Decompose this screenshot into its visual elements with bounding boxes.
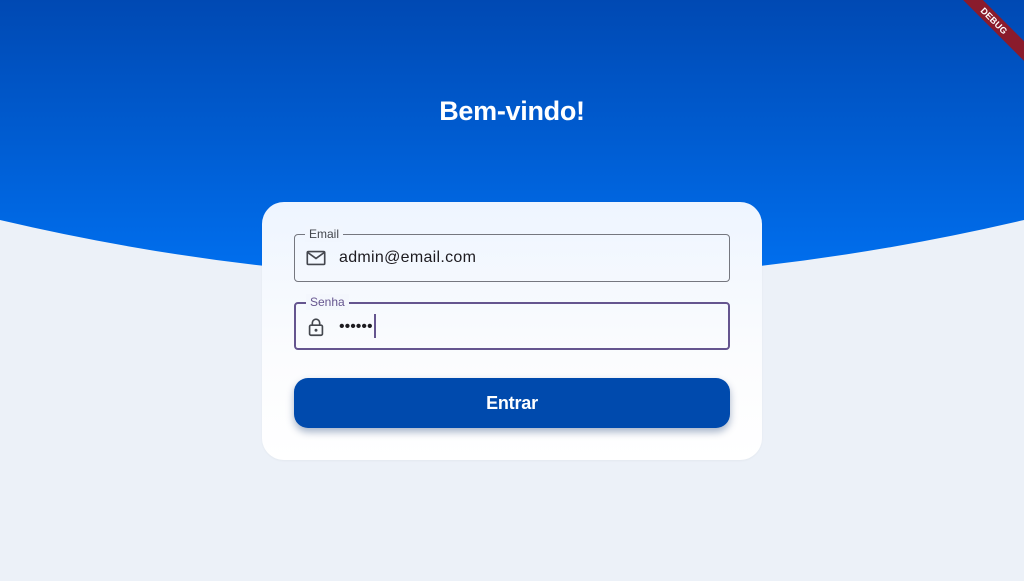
login-screen: Bem-vindo! DEBUG Email admin@email.com S… (0, 0, 1024, 581)
password-field-label: Senha (306, 294, 349, 310)
login-card: Email admin@email.com Senha •••••• Entra… (262, 202, 762, 460)
email-field-label: Email (305, 226, 344, 242)
text-caret (373, 314, 376, 338)
password-input[interactable]: •••••• (339, 314, 376, 339)
login-button[interactable]: Entrar (294, 378, 730, 428)
page-title: Bem-vindo! (439, 96, 585, 126)
email-field[interactable]: Email admin@email.com (294, 226, 730, 282)
password-field[interactable]: Senha •••••• (294, 294, 730, 350)
mail-icon (305, 247, 327, 269)
lock-icon (305, 316, 327, 338)
password-masked-value: •••••• (339, 318, 373, 336)
email-input[interactable]: admin@email.com (339, 247, 476, 269)
